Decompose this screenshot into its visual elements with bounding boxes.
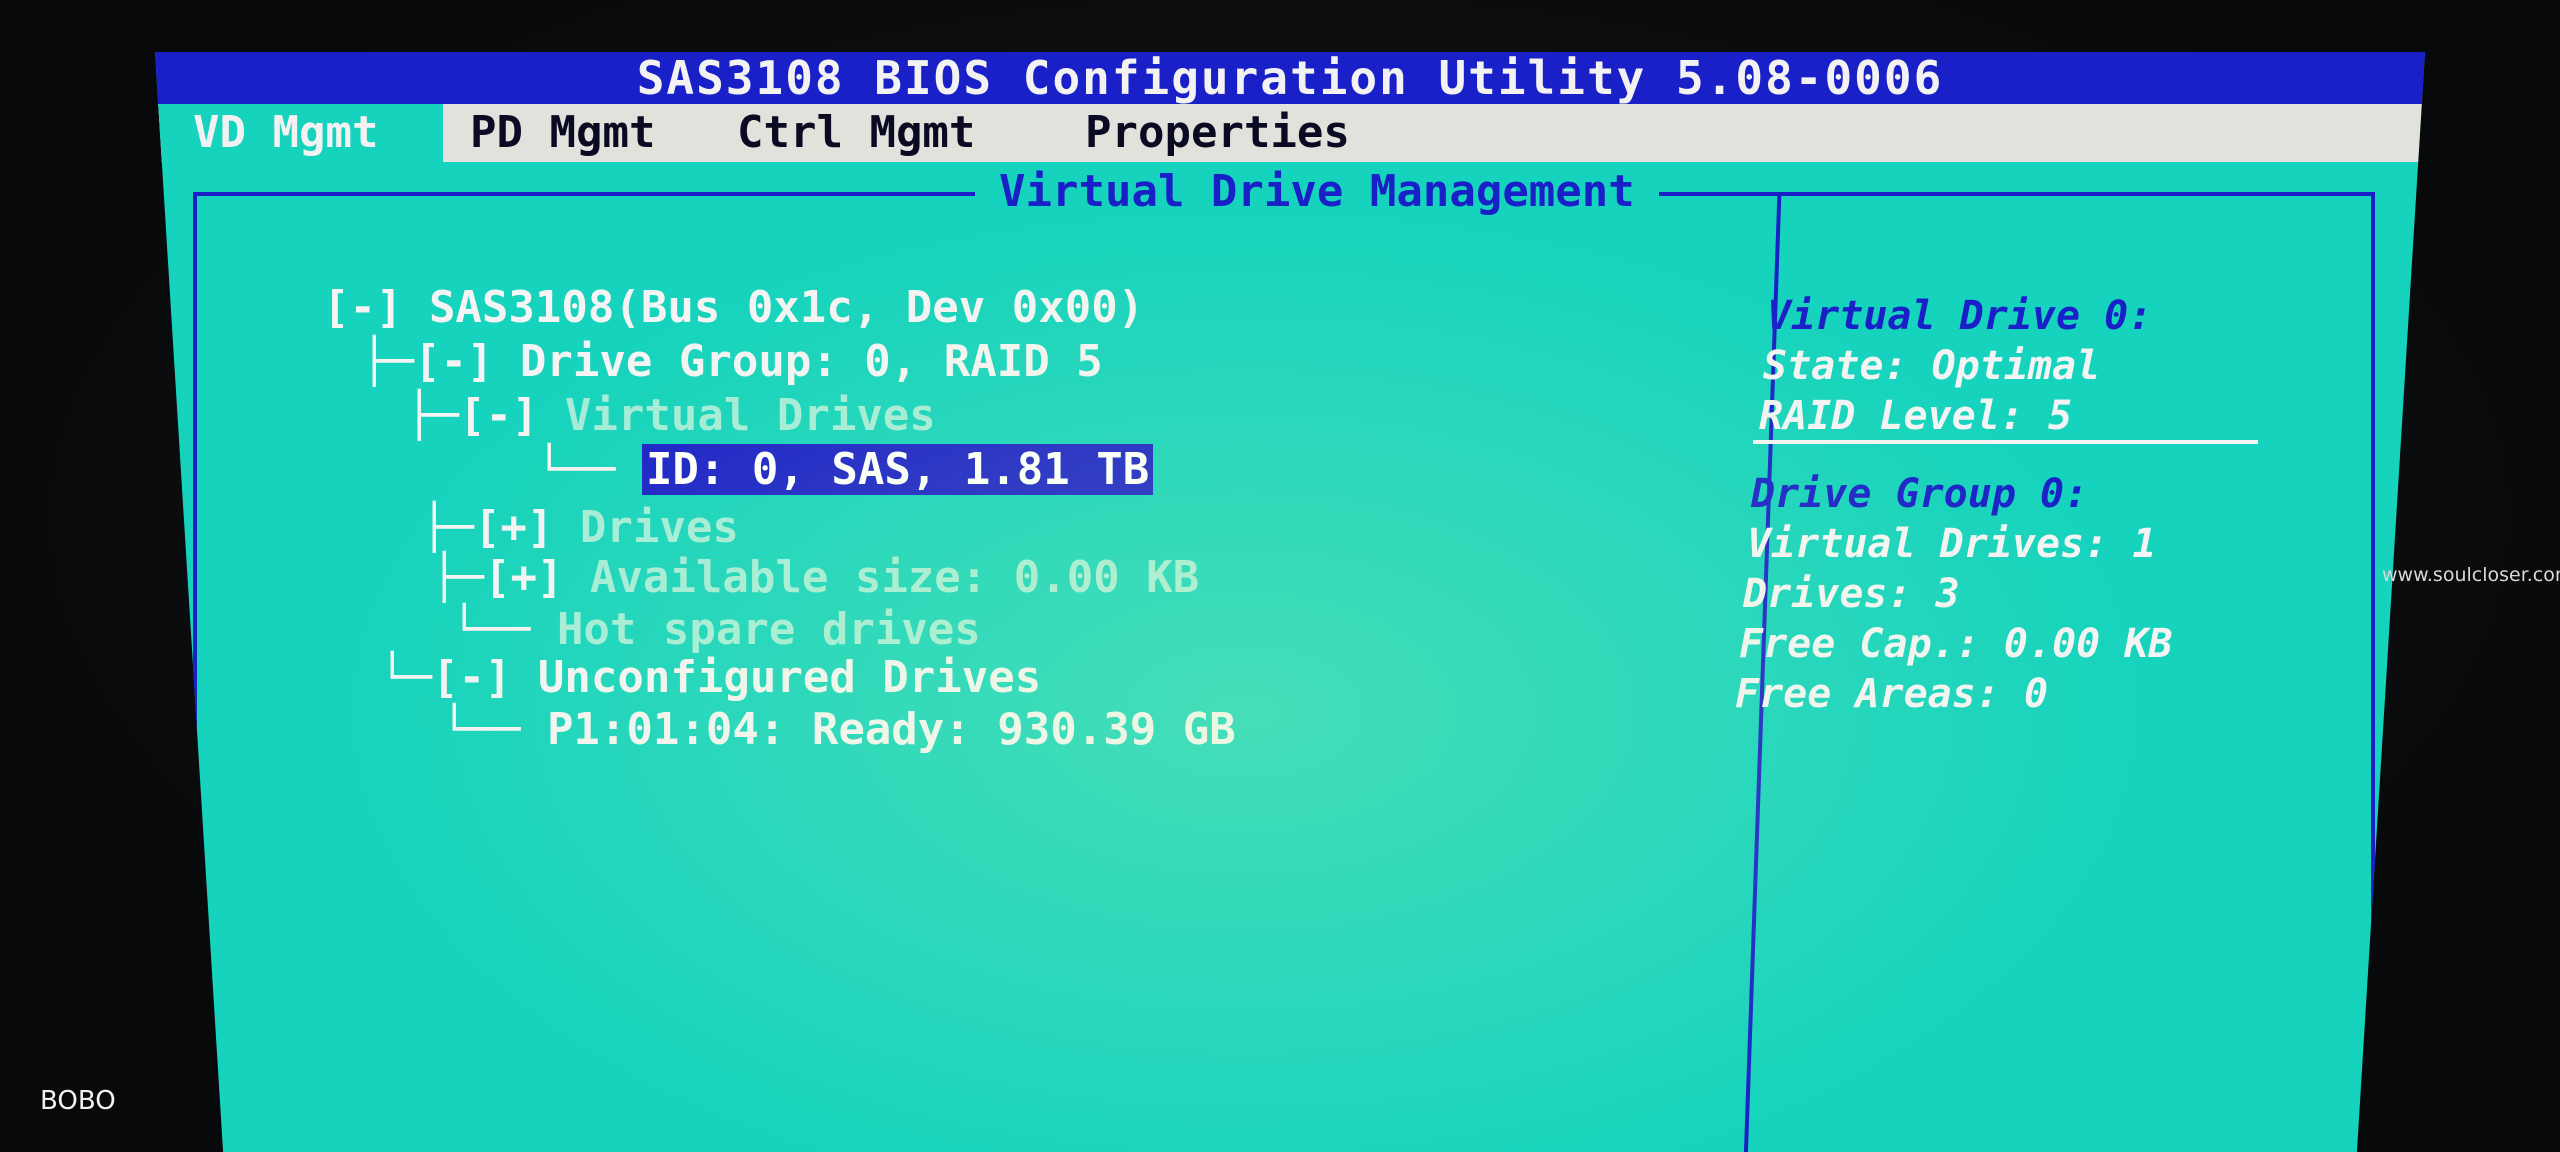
- info-vd-heading: Virtual Drive 0:: [1767, 293, 2153, 339]
- info-raid-level: RAID Level: 5: [1759, 393, 2073, 439]
- info-free-areas: Free Areas: 0: [1735, 671, 2049, 717]
- info-drives: Drives: 3: [1743, 571, 1960, 617]
- info-divider: [1753, 440, 2258, 444]
- tab-pd-mgmt[interactable]: PD Mgmt: [450, 104, 675, 162]
- tab-ctrl-mgmt[interactable]: Ctrl Mgmt: [717, 104, 995, 162]
- tab-vd-mgmt[interactable]: VD Mgmt: [155, 104, 443, 162]
- panel-title: Virtual Drive Management: [975, 166, 1659, 218]
- info-virtual-drives: Virtual Drives: 1: [1747, 521, 2157, 567]
- watermark-text: www.soulcloser.com: [2382, 564, 2560, 586]
- info-dg-heading: Drive Group 0:: [1751, 471, 2089, 517]
- window-title: SAS3108 BIOS Configuration Utility 5.08-…: [636, 52, 1944, 105]
- info-state: State: Optimal: [1763, 343, 2101, 389]
- bios-screen: SAS3108 BIOS Configuration Utility 5.08-…: [155, 52, 2425, 1152]
- tree-branch-icon: └──: [440, 704, 547, 755]
- info-free-cap: Free Cap.: 0.00 KB: [1739, 621, 2173, 667]
- menu-bar: VD Mgmt PD Mgmt Ctrl Mgmt Properties: [155, 104, 2425, 162]
- signature-text: BOBO: [40, 1086, 116, 1116]
- tab-properties[interactable]: Properties: [1065, 104, 1370, 162]
- tree-item-unconfigured-drive[interactable]: └── P1:01:04: Ready: 930.39 GB: [335, 652, 1236, 808]
- title-bar: SAS3108 BIOS Configuration Utility 5.08-…: [155, 52, 2425, 104]
